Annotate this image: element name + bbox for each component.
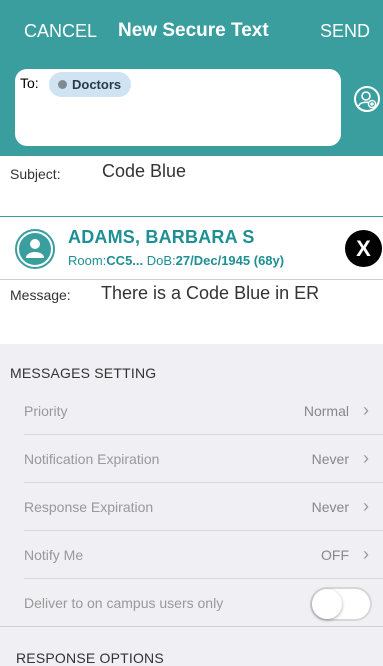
toggle-knob	[312, 589, 342, 619]
recipients-field[interactable]: To: Doctors	[15, 69, 341, 146]
add-recipient-button[interactable]	[354, 86, 380, 112]
dob-value: 27/Dec/1945 (68y)	[175, 253, 285, 268]
recipient-chip-label: Doctors	[72, 77, 122, 92]
setting-notify-me[interactable]: Notify Me OFF ›	[0, 531, 383, 579]
setting-name: Priority	[24, 403, 68, 419]
patient-details: Room:CC5... DoB:27/Dec/1945 (68y)	[68, 253, 284, 268]
person-icon	[19, 233, 51, 265]
response-options-header: RESPONSE OPTIONS	[16, 650, 164, 666]
patient-card[interactable]: ADAMS, BARBARA S Room:CC5... DoB:27/Dec/…	[0, 217, 383, 280]
subject-row[interactable]: Subject: Code Blue	[0, 156, 383, 217]
setting-name: Deliver to on campus users only	[24, 595, 224, 611]
setting-name: Notify Me	[24, 547, 84, 563]
setting-value: Never	[311, 451, 349, 467]
cancel-button[interactable]: CANCEL	[24, 21, 97, 42]
add-user-icon	[358, 91, 377, 109]
setting-notification-expiration[interactable]: Notification Expiration Never ›	[0, 435, 383, 483]
message-input[interactable]: There is a Code Blue in ER	[101, 283, 319, 304]
nav-bar: CANCEL New Secure Text SEND	[0, 0, 383, 62]
setting-value: Never	[311, 499, 349, 515]
chevron-right-icon: ›	[363, 544, 369, 564]
setting-name: Notification Expiration	[24, 451, 160, 467]
patient-avatar	[15, 229, 55, 269]
setting-value: OFF	[321, 547, 349, 563]
remove-patient-button[interactable]: X	[345, 230, 382, 267]
subject-label: Subject:	[10, 166, 61, 182]
header: CANCEL New Secure Text SEND To: Doctors	[0, 0, 383, 156]
dob-label: DoB:	[146, 253, 176, 268]
setting-name: Response Expiration	[24, 499, 154, 515]
chevron-right-icon: ›	[363, 496, 369, 516]
message-label: Message:	[10, 287, 71, 303]
send-button[interactable]: SEND	[320, 21, 370, 42]
patient-name: ADAMS, BARBARA S	[68, 227, 255, 247]
messages-setting-header: MESSAGES SETTING	[10, 365, 157, 381]
page-title: New Secure Text	[118, 20, 269, 41]
chevron-right-icon: ›	[363, 448, 369, 468]
status-dot-icon	[58, 80, 67, 89]
campus-only-toggle[interactable]	[310, 587, 372, 621]
to-label: To:	[20, 75, 39, 91]
recipient-chip[interactable]: Doctors	[49, 72, 132, 97]
subject-input[interactable]: Code Blue	[102, 161, 186, 182]
setting-priority[interactable]: Priority Normal ›	[0, 387, 383, 435]
room-label: Room:	[68, 253, 107, 268]
setting-response-expiration[interactable]: Response Expiration Never ›	[0, 483, 383, 531]
message-row[interactable]: Message: There is a Code Blue in ER	[0, 280, 383, 344]
setting-value: Normal	[303, 403, 349, 419]
room-value: CC5...	[106, 253, 144, 268]
chevron-right-icon: ›	[363, 400, 369, 420]
divider	[0, 626, 383, 627]
